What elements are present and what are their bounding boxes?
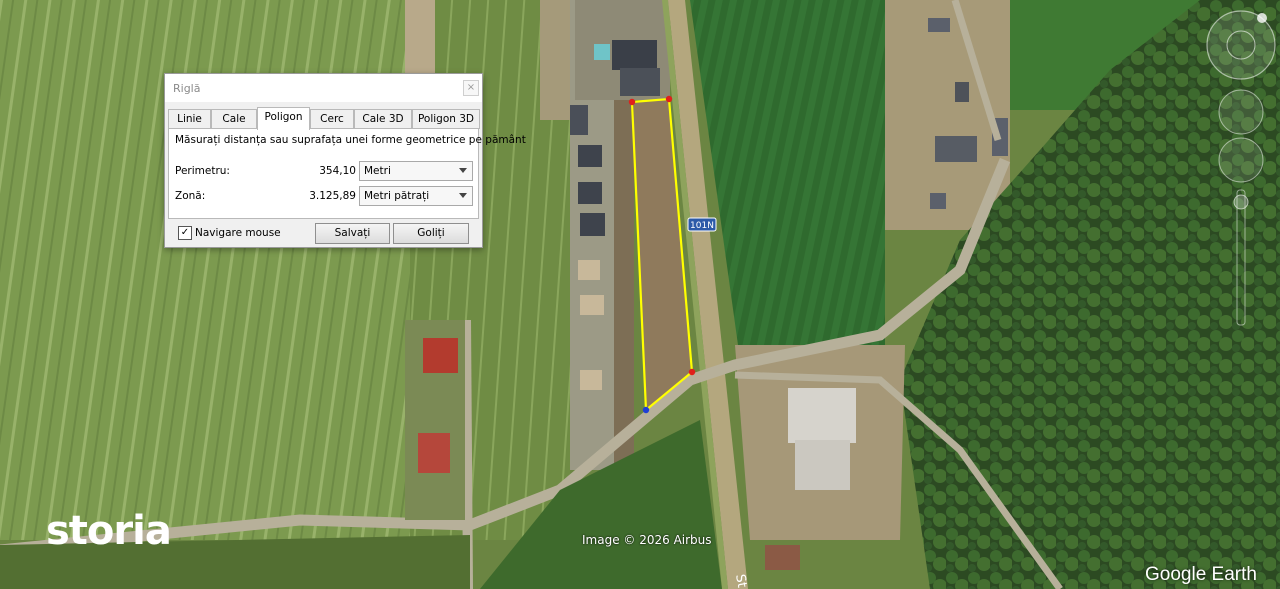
road-shield: 101N xyxy=(687,217,717,232)
mouse-navigation-checkbox[interactable]: ✓ xyxy=(178,226,192,240)
move-joystick[interactable] xyxy=(1218,137,1264,183)
chevron-down-icon xyxy=(459,193,467,198)
clear-button[interactable]: Goliți xyxy=(393,223,469,244)
look-joystick[interactable] xyxy=(1218,89,1264,135)
measure-description: Măsurați distanța sau suprafața unei for… xyxy=(175,134,526,146)
perimeter-label: Perimetru: xyxy=(175,165,230,177)
svg-text:101N: 101N xyxy=(690,221,714,231)
google-earth-logo: Google Earth xyxy=(1145,564,1257,585)
perimeter-unit-value: Metri xyxy=(364,165,391,177)
storia-logo: storia xyxy=(46,508,172,554)
area-unit-value: Metri pătrați xyxy=(364,190,430,202)
area-unit-select[interactable]: Metri pătrați xyxy=(359,186,473,206)
polygon-vertex[interactable] xyxy=(628,98,636,106)
area-label: Zonă: xyxy=(175,190,206,202)
image-attribution: Image © 2026 Airbus xyxy=(582,533,712,547)
tab-poligon-3d[interactable]: Poligon 3D xyxy=(412,109,480,129)
perimeter-value: 354,10 xyxy=(319,165,356,177)
polygon-vertex-active[interactable] xyxy=(642,406,650,414)
tab-cale[interactable]: Cale xyxy=(211,109,257,129)
save-button[interactable]: Salvați xyxy=(315,223,390,244)
dialog-titlebar[interactable]: Riglă × xyxy=(165,74,482,102)
building-under-construction xyxy=(788,388,856,443)
polygon-vertex[interactable] xyxy=(688,368,696,376)
tab-bar: Linie Cale Poligon Cerc Cale 3D Poligon … xyxy=(168,107,480,130)
tab-cale-3d[interactable]: Cale 3D xyxy=(354,109,412,129)
perimeter-unit-select[interactable]: Metri xyxy=(359,161,473,181)
area-value: 3.125,89 xyxy=(309,190,356,202)
chevron-down-icon xyxy=(459,168,467,173)
close-icon[interactable]: × xyxy=(463,80,479,96)
tab-cerc[interactable]: Cerc xyxy=(310,109,354,129)
mouse-navigation-label[interactable]: Navigare mouse xyxy=(195,227,281,239)
dialog-title: Riglă xyxy=(173,82,201,95)
compass-control[interactable] xyxy=(1206,10,1276,80)
measure-panel: Măsurați distanța sau suprafața unei for… xyxy=(168,128,526,219)
ruler-dialog[interactable]: Riglă × Linie Cale Poligon Cerc Cale 3D … xyxy=(164,73,526,248)
polygon-vertex[interactable] xyxy=(665,95,673,103)
road-name-partial: St xyxy=(732,573,749,589)
tab-linie[interactable]: Linie xyxy=(168,109,211,129)
tab-poligon[interactable]: Poligon xyxy=(257,107,310,130)
